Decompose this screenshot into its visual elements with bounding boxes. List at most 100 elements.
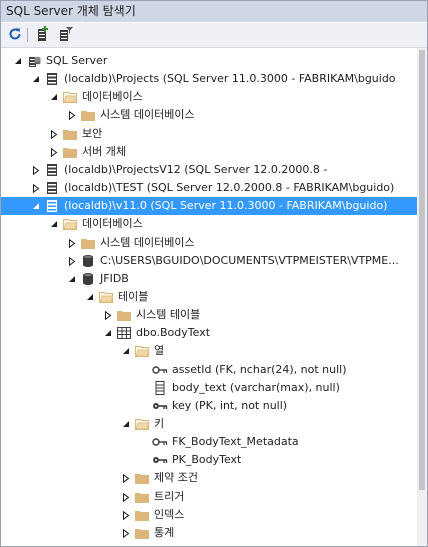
tree-node-데이터베이스[interactable]: 데이터베이스 [1, 215, 417, 233]
primary-key-icon [152, 397, 168, 415]
tree-node-label: 통계 [154, 526, 175, 539]
tree-node-fk-bodytext-metadata[interactable]: FK_BodyText_Metadata [1, 433, 417, 451]
collapsed-arrow-icon[interactable] [67, 106, 77, 124]
tree-node-pk-bodytext[interactable]: PK_BodyText [1, 451, 417, 469]
tree-node-localdb-test-sql-server-12-0-2000-8-fabr[interactable]: (localdb)\TEST (SQL Server 12.0.2000.8 -… [1, 179, 417, 197]
collapsed-arrow-icon[interactable] [121, 469, 131, 487]
collapsed-arrow-icon[interactable] [49, 125, 59, 143]
expanded-arrow-icon[interactable] [85, 288, 95, 306]
collapsed-arrow-icon[interactable] [31, 179, 41, 197]
add-server-button[interactable] [33, 25, 51, 45]
tree-node-서버-개체[interactable]: 서버 개체 [1, 143, 417, 161]
collapsed-arrow-icon[interactable] [67, 252, 77, 270]
tree-node-label: 키 [154, 417, 165, 430]
tree-node-dbo-bodytext[interactable]: dbo.BodyText [1, 324, 417, 342]
tree-node-key-pk-int-not-null[interactable]: key (PK, int, not null) [1, 397, 417, 415]
tree-node-키[interactable]: 키 [1, 415, 417, 433]
collapsed-arrow-icon[interactable] [67, 234, 77, 252]
tree-node-c-users-bguido-documents-vtpmeister-vtpm[interactable]: C:\USERS\BGUIDO\DOCUMENTS\VTPMEISTER\VTP… [1, 252, 417, 270]
vertical-scrollbar[interactable] [417, 48, 427, 546]
tree-node-제약-조건[interactable]: 제약 조건 [1, 469, 417, 487]
folder-icon [134, 469, 150, 487]
tree-node-시스템-데이터베이스[interactable]: 시스템 데이터베이스 [1, 234, 417, 252]
tree-node-보안[interactable]: 보안 [1, 125, 417, 143]
folder-open-icon [62, 88, 78, 106]
tree-node-label: 시스템 테이블 [136, 308, 201, 321]
tree-node-시스템-데이터베이스[interactable]: 시스템 데이터베이스 [1, 106, 417, 124]
filter-icon [58, 26, 74, 45]
toolbar [1, 23, 427, 48]
tree-node-데이터베이스[interactable]: 데이터베이스 [1, 88, 417, 106]
tree-node-assetid-fk-nchar-24-not-null[interactable]: assetId (FK, nchar(24), not null) [1, 361, 417, 379]
tree-node-트리거[interactable]: 트리거 [1, 488, 417, 506]
tree-node-jfidb[interactable]: JFIDB [1, 270, 417, 288]
primary-key-icon [152, 451, 168, 469]
tree-node-label: 시스템 데이터베이스 [100, 236, 195, 249]
tree-node-label: key (PK, int, not null) [172, 399, 288, 412]
tree-node-sql-server[interactable]: SQL Server [1, 52, 417, 70]
sql-server-icon [26, 52, 42, 70]
expanded-arrow-icon[interactable] [103, 324, 113, 342]
tree-node-열[interactable]: 열 [1, 342, 417, 360]
foreign-key-icon [152, 433, 168, 451]
folder-open-icon [98, 288, 114, 306]
tree-node-통계[interactable]: 통계 [1, 524, 417, 542]
tree-node-label: 제약 조건 [154, 471, 198, 484]
folder-open-icon [62, 215, 78, 233]
no-arrow [139, 361, 149, 379]
scroll-thumb[interactable] [419, 50, 425, 490]
tree-node-localdb-v11-0-sql-server-11-0-3000-fabri[interactable]: (localdb)\v11.0 (SQL Server 11.0.3000 - … [1, 197, 417, 215]
tree-node-label: FK_BodyText_Metadata [172, 435, 299, 448]
folder-icon [134, 524, 150, 542]
collapsed-arrow-icon[interactable] [31, 161, 41, 179]
expanded-arrow-icon[interactable] [121, 342, 131, 360]
add-server-icon [34, 25, 50, 45]
collapsed-arrow-icon[interactable] [103, 306, 113, 324]
folder-open-icon [134, 415, 150, 433]
foreign-key-icon [152, 361, 168, 379]
tree-node-localdb-projectsv12-sql-server-12-0-2000[interactable]: (localdb)\ProjectsV12 (SQL Server 12.0.2… [1, 161, 417, 179]
folder-icon [134, 506, 150, 524]
expanded-arrow-icon[interactable] [49, 88, 59, 106]
tree-node-label: PK_BodyText [172, 453, 242, 466]
tree-node-body-text-varchar-max-null[interactable]: body_text (varchar(max), null) [1, 379, 417, 397]
filter-button[interactable] [57, 26, 75, 44]
expanded-arrow-icon[interactable] [49, 215, 59, 233]
collapsed-arrow-icon[interactable] [121, 506, 131, 524]
expanded-arrow-icon[interactable] [121, 415, 131, 433]
no-arrow [139, 397, 149, 415]
no-arrow [139, 379, 149, 397]
collapsed-arrow-icon[interactable] [121, 488, 131, 506]
tree-node-label: JFIDB [100, 272, 129, 285]
window-title: SQL Server 개체 탐색기 [1, 1, 427, 22]
tree-node-label: 데이터베이스 [82, 217, 143, 230]
tree-node-label: 데이터베이스 [82, 90, 143, 103]
object-tree: SQL Server (localdb)\Projects (SQL Server… [1, 48, 417, 546]
collapsed-arrow-icon[interactable] [49, 143, 59, 161]
tree-node-인덱스[interactable]: 인덱스 [1, 506, 417, 524]
server-icon [44, 70, 60, 88]
tree-node-label: 열 [154, 344, 165, 357]
expanded-arrow-icon[interactable] [31, 197, 41, 215]
folder-open-icon [134, 342, 150, 360]
tree-node-localdb-projects-sql-server-11-0-3000-fa[interactable]: (localdb)\Projects (SQL Server 11.0.3000… [1, 70, 417, 88]
tree-node-테이블[interactable]: 테이블 [1, 288, 417, 306]
tree-node-label: assetId (FK, nchar(24), not null) [172, 363, 347, 376]
folder-icon [80, 234, 96, 252]
expanded-arrow-icon[interactable] [13, 52, 23, 70]
folder-icon [80, 106, 96, 124]
toolbar-separator [27, 28, 28, 42]
tree-node-label: 보안 [82, 127, 103, 140]
tree-node-시스템-테이블[interactable]: 시스템 테이블 [1, 306, 417, 324]
folder-icon [62, 125, 78, 143]
folder-icon [116, 306, 132, 324]
collapsed-arrow-icon[interactable] [121, 524, 131, 542]
expanded-arrow-icon[interactable] [31, 70, 41, 88]
tree-node-label: (localdb)\TEST (SQL Server 12.0.2000.8 -… [64, 181, 395, 194]
tree-node-label: (localdb)\Projects (SQL Server 11.0.3000… [64, 72, 396, 85]
refresh-icon [8, 27, 22, 44]
folder-icon [134, 488, 150, 506]
tree-node-label: 테이블 [118, 290, 149, 303]
expanded-arrow-icon[interactable] [67, 270, 77, 288]
refresh-button[interactable] [6, 26, 24, 44]
